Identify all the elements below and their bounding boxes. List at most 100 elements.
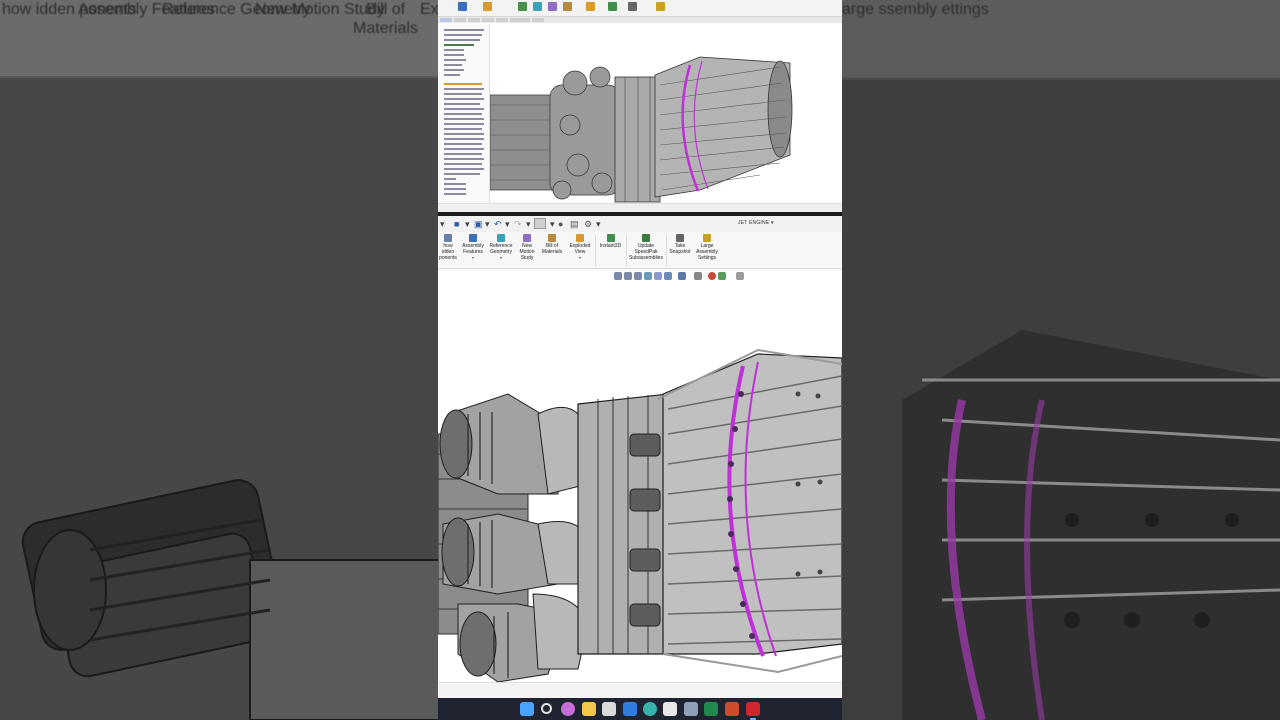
qat-dropdown[interactable]: ▾	[465, 219, 470, 229]
tree-item[interactable]	[444, 178, 456, 180]
file-properties-icon[interactable]: ▤	[570, 219, 579, 229]
tree-item[interactable]	[444, 69, 464, 71]
tree-item[interactable]	[444, 158, 484, 160]
snipping-tool-icon[interactable]	[602, 702, 616, 716]
take-snapshot-button[interactable]: Take Snapshot	[668, 234, 692, 255]
tree-item[interactable]	[444, 98, 484, 100]
select-cursor-icon[interactable]	[534, 218, 546, 229]
assembly-features-button[interactable]: Assembly Features ▾	[459, 234, 487, 260]
top-tab[interactable]	[468, 18, 480, 22]
top-engine-viewport[interactable]	[490, 25, 842, 203]
tree-item[interactable]	[444, 108, 484, 110]
tree-item[interactable]	[444, 148, 484, 150]
edit-appearance-icon[interactable]	[708, 272, 716, 280]
bill-of-materials-button[interactable]: Bill of Materials	[540, 234, 564, 255]
tree-item[interactable]	[444, 138, 484, 140]
section-view-icon[interactable]	[644, 272, 652, 280]
top-ribbon-icon[interactable]	[548, 2, 557, 11]
qat-dropdown[interactable]: ▾	[485, 219, 490, 229]
tree-item[interactable]	[444, 103, 480, 105]
document-title[interactable]: JET ENGINE ▾	[738, 220, 774, 226]
feature-manager-tree[interactable]	[438, 25, 490, 203]
top-tab[interactable]	[496, 18, 508, 22]
instant3d-button[interactable]: Instant3D	[597, 234, 624, 249]
top-ribbon-icon[interactable]	[608, 2, 617, 11]
redo-icon[interactable]: ↷	[514, 219, 522, 229]
search-icon[interactable]	[541, 703, 552, 714]
qat-dropdown[interactable]: ▾	[596, 219, 601, 229]
tree-item[interactable]	[444, 64, 462, 66]
zoom-area-icon[interactable]	[624, 272, 632, 280]
file-explorer-icon[interactable]	[582, 702, 596, 716]
tree-item[interactable]	[444, 163, 482, 165]
notes-icon[interactable]	[684, 702, 698, 716]
tree-item[interactable]	[444, 153, 482, 155]
top-ribbon-icon[interactable]	[563, 2, 572, 11]
edge-icon[interactable]	[643, 702, 657, 716]
reference-geometry-button[interactable]: Reference Geometry ▾	[487, 234, 515, 260]
powerpoint-icon[interactable]	[725, 702, 739, 716]
top-tab[interactable]	[532, 18, 544, 22]
store-icon[interactable]	[663, 702, 677, 716]
show-hidden-components-button[interactable]: how idden ponents	[438, 234, 458, 261]
rebuild-icon[interactable]: ●	[558, 219, 563, 229]
windows-start-icon[interactable]	[520, 702, 534, 716]
tree-item[interactable]	[444, 183, 466, 185]
excel-icon[interactable]	[704, 702, 718, 716]
top-ribbon-icon[interactable]	[586, 2, 595, 11]
previous-view-icon[interactable]	[634, 272, 642, 280]
tree-item[interactable]	[444, 74, 460, 76]
tree-item[interactable]	[444, 54, 464, 56]
top-ribbon-icon[interactable]	[458, 2, 467, 11]
solidworks-icon[interactable]	[746, 702, 760, 720]
top-tab[interactable]	[454, 18, 466, 22]
hide-show-icon[interactable]	[694, 272, 702, 280]
tree-item[interactable]	[444, 133, 484, 135]
tree-item[interactable]	[444, 88, 484, 90]
chevron-down-icon[interactable]: ▾	[487, 255, 515, 260]
large-assembly-settings-button[interactable]: Large Assembly Settings	[694, 234, 720, 261]
chevron-down-icon[interactable]: ▾	[459, 255, 487, 260]
engine-3d-viewport[interactable]	[438, 284, 842, 682]
qat-dropdown[interactable]: ▾	[440, 219, 445, 229]
tree-item[interactable]	[444, 83, 482, 85]
top-tab[interactable]	[510, 18, 530, 22]
tree-item[interactable]	[444, 44, 474, 46]
tree-item[interactable]	[444, 49, 464, 51]
tree-item[interactable]	[444, 34, 482, 36]
tree-item[interactable]	[444, 143, 482, 145]
top-ribbon-icon[interactable]	[656, 2, 665, 11]
tree-item[interactable]	[444, 173, 480, 175]
zoom-to-fit-icon[interactable]	[614, 272, 622, 280]
qat-dropdown[interactable]: ▾	[550, 219, 555, 229]
top-tab[interactable]	[482, 18, 494, 22]
tree-item[interactable]	[444, 59, 466, 61]
display-style-icon[interactable]	[678, 272, 686, 280]
tree-item[interactable]	[444, 93, 482, 95]
view-orientation-icon[interactable]	[664, 272, 672, 280]
top-ribbon-icon[interactable]	[483, 2, 492, 11]
copilot-icon[interactable]	[561, 702, 575, 716]
tree-item[interactable]	[444, 193, 466, 195]
top-tab[interactable]	[440, 18, 452, 22]
tree-item[interactable]	[444, 113, 482, 115]
mail-icon[interactable]	[623, 702, 637, 716]
view-settings-icon[interactable]	[736, 272, 744, 280]
top-ribbon-icon[interactable]	[533, 2, 542, 11]
tree-item[interactable]	[444, 123, 484, 125]
tree-item[interactable]	[444, 118, 484, 120]
top-ribbon-icon[interactable]	[518, 2, 527, 11]
apply-scene-icon[interactable]	[718, 272, 726, 280]
tree-item[interactable]	[444, 29, 484, 31]
qat-dropdown[interactable]: ▾	[526, 219, 531, 229]
top-ribbon-icon[interactable]	[628, 2, 637, 11]
tree-item[interactable]	[444, 39, 480, 41]
tree-item[interactable]	[444, 128, 482, 130]
tree-item[interactable]	[444, 188, 466, 190]
new-motion-study-button[interactable]: New Motion Study	[516, 234, 538, 261]
save-icon[interactable]: ■	[454, 219, 459, 229]
tree-item[interactable]	[444, 168, 484, 170]
options-gear-icon[interactable]: ⚙	[584, 219, 592, 229]
print-icon[interactable]: ▣	[474, 219, 483, 229]
chevron-down-icon[interactable]: ▾	[567, 255, 593, 260]
